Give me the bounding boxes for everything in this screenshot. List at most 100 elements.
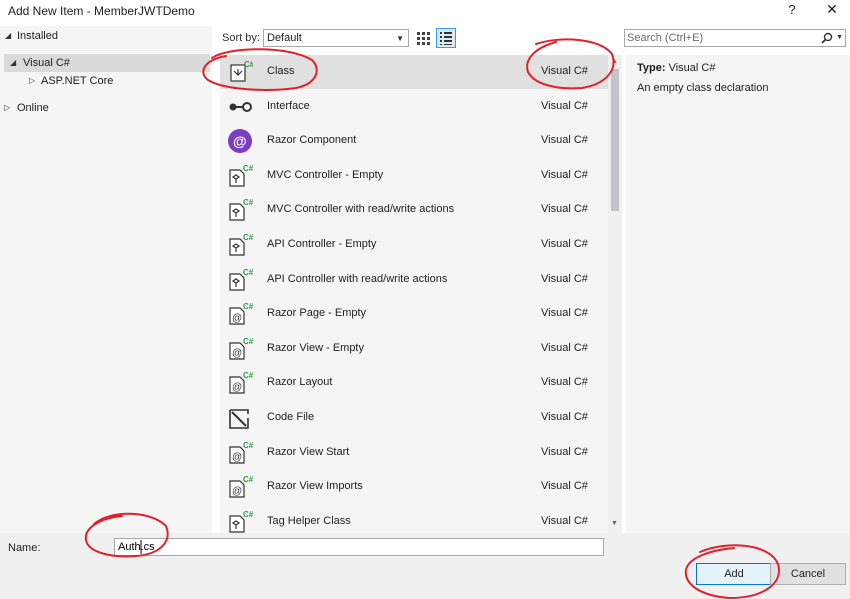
add-button[interactable]: Add (696, 563, 772, 585)
code-file-icon (227, 405, 253, 431)
controller-icon: C# (227, 163, 254, 189)
controller-icon: C# (227, 232, 254, 258)
template-name: MVC Controller - Empty (267, 168, 384, 181)
svg-text:C#: C# (243, 337, 253, 346)
scroll-down-icon[interactable]: ▼ (611, 520, 618, 527)
template-name: Razor View - Empty (267, 341, 364, 354)
search-box[interactable]: ▼ (624, 29, 846, 47)
svg-text:@: @ (232, 452, 242, 463)
template-item[interactable]: Interface Visual C# (220, 90, 608, 124)
template-language: Visual C# (541, 376, 588, 389)
svg-text:C#: C# (243, 475, 253, 484)
tree-item-visual-csharp[interactable]: ◢ Visual C# (4, 54, 210, 72)
chevron-down-icon[interactable]: ▼ (836, 34, 843, 41)
name-field[interactable] (114, 538, 604, 556)
template-name: Razor View Start (267, 445, 350, 458)
name-label: Name: (8, 542, 41, 554)
template-list: C# Class Visual C# Interface Visual C# @ Razor… (220, 55, 608, 533)
template-item[interactable]: @ C# Razor Page - Empty Visual C# (220, 297, 608, 331)
template-item[interactable]: C# Class Visual C# (220, 55, 608, 89)
template-language: Visual C# (541, 65, 588, 77)
svg-text:@: @ (232, 348, 242, 359)
cancel-button[interactable]: Cancel (770, 563, 846, 585)
sort-label: Sort by: (222, 32, 260, 44)
template-language: Visual C# (541, 445, 588, 458)
tree-item-label: Online (17, 102, 49, 114)
template-name: Razor Layout (267, 376, 333, 389)
template-language: Visual C# (541, 99, 588, 112)
template-item[interactable]: C# API Controller with read/write actions… (220, 263, 608, 297)
template-language: Visual C# (541, 134, 588, 147)
detail-type-value: Visual C# (668, 62, 716, 74)
scroll-up-icon[interactable]: ▲ (611, 58, 618, 65)
template-name: Interface (267, 99, 310, 112)
grid-view-icon (417, 32, 430, 45)
razor-page-icon: @ C# (227, 301, 254, 327)
tree-item-aspnet-core[interactable]: ▷ ASP.NET Core (0, 72, 212, 90)
collapsed-triangle-icon: ▷ (29, 76, 36, 85)
svg-text:C#: C# (243, 510, 253, 519)
detail-description: An empty class declaration (637, 82, 769, 94)
detail-type-label: Type: (637, 62, 666, 74)
template-name: Code File (267, 411, 315, 423)
template-language: Visual C# (541, 411, 588, 423)
vertical-scrollbar[interactable]: ▲ ▼ (608, 55, 622, 533)
razor-page-icon: @ C# (227, 440, 254, 466)
template-item[interactable]: C# MVC Controller - Empty Visual C# (220, 159, 608, 193)
template-language: Visual C# (541, 514, 588, 527)
sort-dropdown[interactable]: Default ▼ (263, 29, 409, 47)
template-item[interactable]: @ C# Razor Layout Visual C# (220, 366, 608, 400)
template-language: Visual C# (541, 238, 588, 250)
bottom-panel: Name: Add Cancel (0, 533, 850, 599)
template-name: Razor View Imports (267, 480, 363, 493)
svg-text:@: @ (233, 133, 247, 149)
template-name: Razor Component (267, 134, 357, 147)
expanded-triangle-icon: ◢ (10, 58, 17, 67)
template-item[interactable]: @ C# Razor View Start Visual C# (220, 436, 608, 470)
tree-item-label: Installed (17, 30, 58, 42)
template-item[interactable]: @ C# Razor View - Empty Visual C# (220, 332, 608, 366)
template-item[interactable]: C# Tag Helper Class Visual C# (220, 505, 608, 533)
svg-text:C#: C# (244, 60, 253, 69)
tree-item-online[interactable]: ▷ Online (0, 99, 212, 117)
controller-icon: C# (227, 197, 254, 223)
template-item[interactable]: C# MVC Controller with read/write actions… (220, 193, 608, 227)
controller-icon: C# (227, 267, 254, 293)
template-name: API Controller - Empty (267, 238, 377, 250)
category-tree: ◢ Installed ◢ Visual C# ▷ ASP.NET Core ▷… (0, 26, 212, 533)
svg-text:C#: C# (243, 164, 253, 173)
list-view-button[interactable] (436, 28, 456, 48)
title-bar: Add New Item - MemberJWTDemo ? ✕ (0, 0, 850, 22)
template-name: MVC Controller with read/write actions (267, 203, 455, 216)
template-language: Visual C# (541, 168, 588, 181)
scroll-thumb[interactable] (611, 69, 619, 211)
template-name: Razor Page - Empty (267, 307, 367, 320)
help-button[interactable]: ? (784, 2, 800, 18)
tree-item-label: ASP.NET Core (41, 75, 114, 87)
chevron-down-icon: ▼ (396, 34, 404, 43)
template-language: Visual C# (541, 480, 588, 493)
grid-view-button[interactable] (414, 29, 432, 47)
search-input[interactable] (627, 31, 817, 45)
tree-item-label: Visual C# (23, 57, 70, 69)
template-language: Visual C# (541, 341, 588, 354)
template-item[interactable]: Code File Visual C# (220, 401, 608, 435)
razor-component-icon: @ (227, 128, 253, 154)
razor-page-icon: @ C# (227, 474, 254, 500)
template-item[interactable]: C# API Controller - Empty Visual C# (220, 228, 608, 262)
detail-pane: Type: Visual C# An empty class declarati… (626, 55, 850, 533)
search-icon[interactable] (821, 32, 833, 44)
class-icon: C# (227, 59, 255, 85)
interface-icon (227, 94, 253, 120)
template-name: Class (267, 65, 295, 77)
razor-page-icon: @ C# (227, 370, 254, 396)
template-item[interactable]: @ Razor Component Visual C# (220, 124, 608, 158)
controller-icon: C# (227, 509, 254, 533)
close-button[interactable]: ✕ (822, 1, 842, 19)
svg-text:C#: C# (243, 268, 253, 277)
template-item[interactable]: @ C# Razor View Imports Visual C# (220, 470, 608, 504)
window-title: Add New Item - MemberJWTDemo (8, 4, 195, 18)
template-name: API Controller with read/write actions (267, 272, 448, 285)
sort-value: Default (267, 32, 302, 44)
tree-item-installed[interactable]: ◢ Installed (0, 27, 212, 45)
